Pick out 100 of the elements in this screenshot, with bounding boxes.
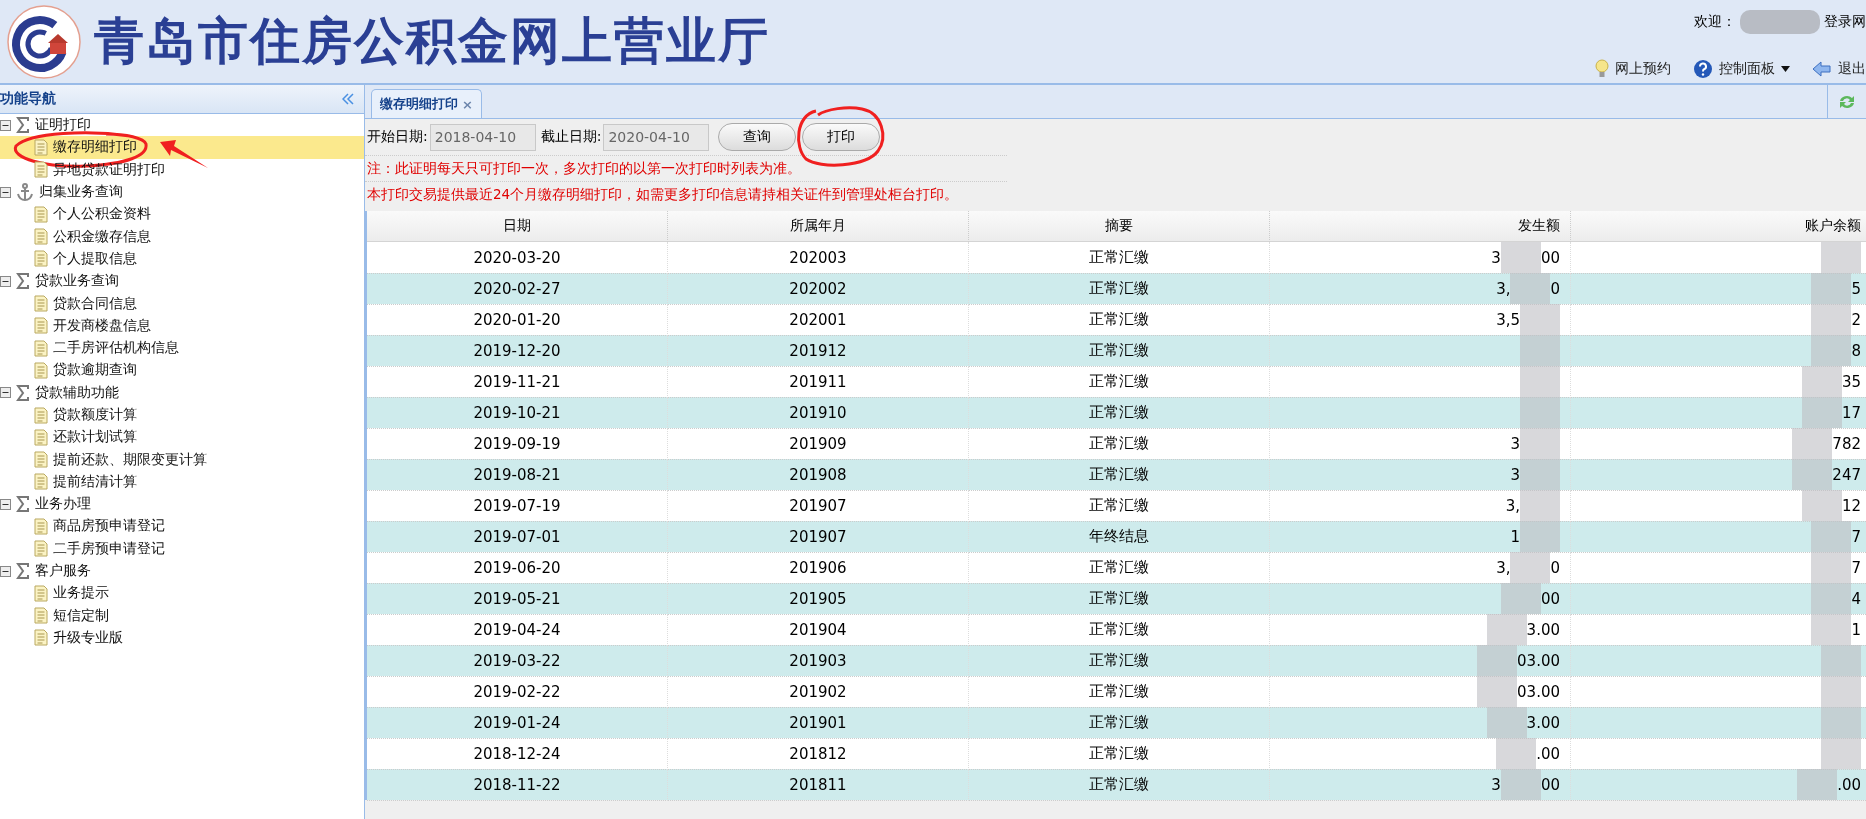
tree-item[interactable]: 缴存明细打印: [0, 136, 364, 159]
collapse-icon[interactable]: [342, 93, 354, 105]
table-cell: 201905: [668, 583, 969, 615]
document-icon: [34, 451, 48, 469]
sigma-icon: [16, 117, 30, 134]
document-icon: [34, 473, 48, 491]
redaction-blur: [1496, 738, 1537, 769]
redaction-blur: [1821, 676, 1861, 707]
collapse-box-icon[interactable]: [0, 498, 11, 510]
tree-item[interactable]: 升级专业版: [0, 626, 364, 650]
tree-item[interactable]: 开发商楼盘信息: [0, 314, 364, 337]
collapse-box-icon[interactable]: [0, 275, 11, 287]
document-icon: [34, 228, 48, 246]
amount-fragment: 00: [1540, 589, 1560, 608]
amount-fragment: 1: [1510, 527, 1520, 546]
tree-group[interactable]: 证明打印: [0, 114, 364, 137]
tree-group[interactable]: 贷款业务查询: [0, 270, 364, 293]
tree-item[interactable]: 提前还款、期限变更计算: [0, 448, 364, 471]
tree-group[interactable]: 客户服务: [0, 559, 364, 583]
redaction-blur: [1486, 614, 1527, 645]
document-icon: [34, 607, 48, 625]
header-link[interactable]: 退出: [1812, 60, 1866, 78]
column-header[interactable]: 账户余额: [1571, 211, 1866, 242]
back-arrow-icon: [1812, 60, 1832, 78]
tab[interactable]: 缴存明细打印 ×: [371, 89, 482, 118]
redaction-blur: [1520, 304, 1560, 335]
tree-item[interactable]: 提前结清计算: [0, 470, 364, 494]
redaction-blur: [1520, 366, 1560, 397]
header-link[interactable]: 网上预约: [1595, 59, 1671, 79]
header-link[interactable]: 控制面板: [1693, 59, 1790, 79]
table-cell: 201908: [668, 459, 969, 491]
tree-item[interactable]: 贷款额度计算: [0, 403, 364, 427]
query-button[interactable]: 查询: [718, 123, 797, 151]
redaction-blur: [1811, 304, 1852, 335]
end-date-field[interactable]: 2020-04-10: [603, 123, 710, 151]
table-cell: 正常汇缴: [969, 459, 1270, 491]
redaction-blur: [1477, 676, 1518, 707]
table-cell: 201907: [668, 521, 969, 553]
tree-item[interactable]: 还款计划试算: [0, 426, 364, 449]
amount-fragment: 00: [1540, 248, 1560, 267]
document-icon: [34, 295, 48, 312]
tree-item[interactable]: 个人公积金资料: [0, 203, 364, 226]
table-cell: 2018-11-22: [367, 769, 668, 801]
login-link[interactable]: 登录网: [1824, 13, 1866, 31]
redaction-blur: [1520, 521, 1560, 552]
site-title: 青岛市住房公积金网上营业厅: [94, 10, 770, 72]
column-header[interactable]: 摘要: [969, 211, 1270, 242]
redaction-blur: [1520, 490, 1560, 521]
collapse-box-icon[interactable]: [0, 565, 11, 577]
tree-item[interactable]: 个人提取信息: [0, 247, 364, 271]
sidebar-title: 功能导航: [0, 90, 56, 108]
table-cell: 正常汇缴: [969, 583, 1270, 615]
tree-item[interactable]: 二手房预申请登记: [0, 537, 364, 560]
column-header[interactable]: 所属年月: [668, 211, 969, 242]
print-button[interactable]: 打印: [802, 123, 881, 151]
redaction-blur: [1500, 769, 1541, 800]
tree-group[interactable]: 归集业务查询: [0, 180, 364, 204]
tree-group[interactable]: 业务办理: [0, 493, 364, 516]
amount-fragment: 4: [1851, 589, 1861, 608]
tree-item[interactable]: 业务提示: [0, 582, 364, 605]
column-header[interactable]: 发生额: [1270, 211, 1571, 242]
redaction-blur: [1801, 366, 1842, 397]
redaction-blur: [1792, 459, 1833, 490]
start-date-field[interactable]: 2018-04-10: [429, 123, 536, 151]
redaction-blur: [1486, 707, 1527, 738]
redaction-blur: [1821, 242, 1861, 273]
tree-item[interactable]: 商品房预申请登记: [0, 515, 364, 538]
collapse-box-icon[interactable]: [0, 387, 11, 399]
redaction-blur: [1520, 428, 1560, 459]
amount-fragment: 3: [1491, 775, 1501, 794]
notice-text: 本打印交易提供最近24个月缴存明细打印，如需更多打印信息请持相关证件到管理处柜台打印。: [365, 181, 1007, 207]
amount-fragment: 12: [1841, 496, 1861, 515]
collapse-box-icon[interactable]: [0, 119, 11, 131]
amount-fragment: 2: [1851, 310, 1861, 329]
tree-item[interactable]: 公积金缴存信息: [0, 225, 364, 248]
table-cell: 正常汇缴: [969, 397, 1270, 429]
table-cell: 正常汇缴: [969, 645, 1270, 677]
table-cell: 2019-10-21: [367, 397, 668, 429]
table-cell: 2019-01-24: [367, 707, 668, 739]
table-cell: 2019-08-21: [367, 459, 668, 491]
tree-group[interactable]: 贷款辅助功能: [0, 381, 364, 404]
table-cell: 201912: [668, 335, 969, 367]
table-cell: 201910: [668, 397, 969, 429]
collapse-box-icon[interactable]: [0, 186, 11, 198]
redaction-blur: [1520, 397, 1560, 428]
amount-fragment: .00: [1837, 775, 1861, 794]
tree-item[interactable]: 短信定制: [0, 604, 364, 627]
amount-fragment: 3,: [1505, 496, 1520, 515]
document-icon: [34, 339, 48, 357]
tree-item[interactable]: 贷款合同信息: [0, 292, 364, 315]
table-cell: 正常汇缴: [969, 335, 1270, 367]
tree-item[interactable]: 二手房评估机构信息: [0, 336, 364, 360]
tree-item[interactable]: 贷款逾期查询: [0, 359, 364, 382]
document-icon: [34, 138, 48, 156]
redaction-blur: [1510, 273, 1551, 304]
redaction-blur: [1801, 397, 1842, 428]
redaction-blur: [1811, 521, 1852, 552]
amount-fragment: .00: [1536, 744, 1560, 763]
column-header[interactable]: 日期: [367, 211, 668, 242]
amount-fragment: 00: [1540, 775, 1560, 794]
